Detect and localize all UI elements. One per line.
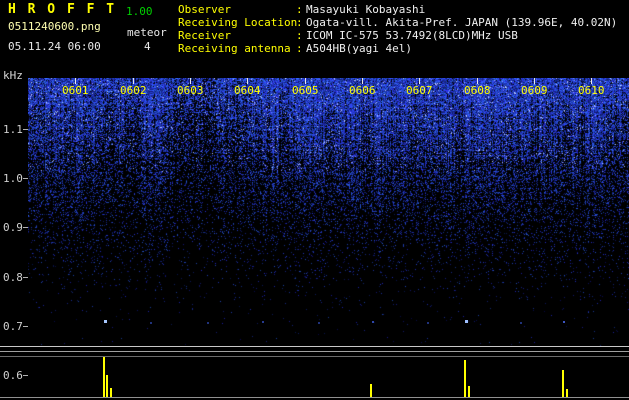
meteor-level-spike — [562, 370, 564, 397]
info-colon: : — [296, 3, 303, 16]
meteor-echo-dot — [150, 322, 152, 324]
meteor-echo-dot — [104, 320, 107, 323]
freq-tick-label: 0.7 — [3, 320, 23, 333]
minute-tick-label: 0601 — [62, 84, 89, 97]
datetime-label: 05.11.24 06:00 — [8, 40, 101, 53]
freq-tick-label: 0.6 — [3, 369, 23, 382]
minute-tick-label: 0602 — [120, 84, 147, 97]
freq-tick-label: 1.1 — [3, 123, 23, 136]
freq-tick-mark — [23, 227, 28, 228]
minute-tick-label: 0610 — [578, 84, 605, 97]
meteor-level-spike — [370, 384, 372, 397]
meteor-echo-dot — [520, 322, 522, 324]
level-gridline — [0, 397, 629, 398]
level-gridline — [0, 346, 629, 347]
info-label: Receiving Location — [178, 16, 298, 29]
freq-tick-mark — [23, 277, 28, 278]
freq-tick-mark — [23, 326, 28, 327]
output-filename: 0511240600.png — [8, 20, 101, 33]
freq-tick-label: 1.0 — [3, 172, 23, 185]
info-colon: : — [296, 42, 303, 55]
minute-tick-label: 0609 — [521, 84, 548, 97]
info-colon: : — [296, 29, 303, 42]
meteor-level-spike — [566, 389, 568, 397]
info-label: Receiving antenna — [178, 42, 291, 55]
minute-tick-label: 0604 — [234, 84, 261, 97]
meteor-level-spike — [464, 360, 466, 397]
mode-label: meteor — [127, 26, 167, 39]
meteor-echo-dot — [563, 321, 565, 323]
meteor-echo-dot — [465, 320, 468, 323]
minute-tick-label: 0605 — [292, 84, 319, 97]
info-colon: : — [296, 16, 303, 29]
hrofft-window: H R O F F T 1.00 0511240600.png meteor 4… — [0, 0, 629, 400]
app-title: H R O F F T — [8, 2, 117, 17]
info-value: Ogata-vill. Akita-Pref. JAPAN (139.96E, … — [306, 16, 618, 29]
info-value: ICOM IC-575 53.7492(8LCD)MHz USB — [306, 29, 518, 42]
meteor-level-spike — [106, 375, 108, 397]
meteor-count: 4 — [144, 40, 151, 53]
freq-tick-mark — [23, 178, 28, 179]
info-label: Observer — [178, 3, 231, 16]
meteor-level-spike — [110, 388, 112, 397]
level-gridline — [0, 356, 629, 357]
meteor-echo-dot — [427, 322, 429, 324]
info-label: Receiver — [178, 29, 231, 42]
freq-tick-mark — [23, 375, 28, 376]
freq-tick-mark — [23, 129, 28, 130]
meteor-echo-dot — [318, 322, 320, 324]
minute-tick-label: 0607 — [406, 84, 433, 97]
level-gridline — [0, 351, 629, 352]
app-version: 1.00 — [126, 5, 153, 18]
meteor-echo-dot — [207, 322, 209, 324]
minute-tick-label: 0603 — [177, 84, 204, 97]
info-value: Masayuki Kobayashi — [306, 3, 426, 16]
meteor-echo-dot — [262, 321, 264, 323]
freq-unit-label: kHz — [3, 69, 23, 82]
freq-tick-label: 0.8 — [3, 271, 23, 284]
info-value: A504HB(yagi 4el) — [306, 42, 412, 55]
minute-tick-label: 0608 — [464, 84, 491, 97]
meteor-level-spike — [468, 386, 470, 397]
meteor-level-spike — [103, 357, 105, 397]
meteor-echo-dot — [372, 321, 374, 323]
minute-tick-label: 0606 — [349, 84, 376, 97]
spectrogram-canvas — [28, 78, 629, 346]
freq-tick-label: 0.9 — [3, 221, 23, 234]
